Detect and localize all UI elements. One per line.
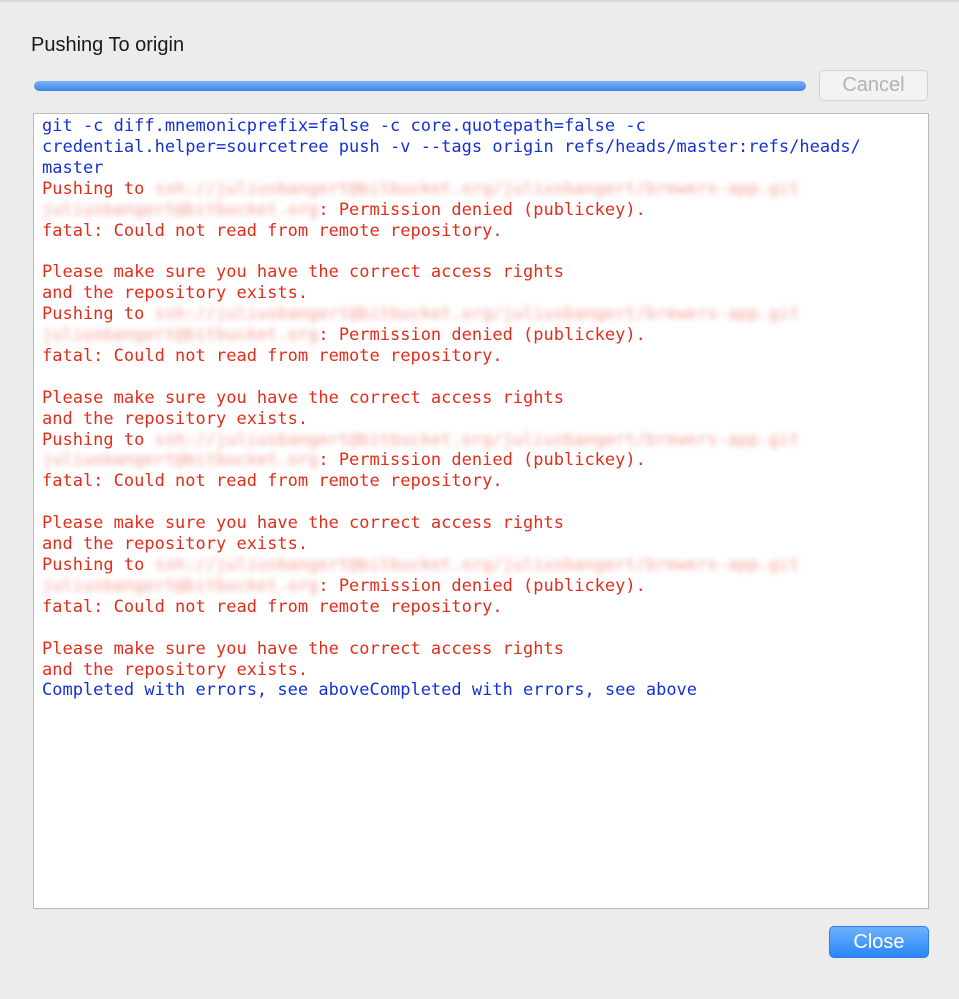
log-text: and the repository exists.: [42, 659, 309, 680]
log-text: and the repository exists.: [42, 408, 309, 429]
log-text: fatal: Could not read from remote reposi…: [42, 596, 503, 617]
log-line-status: Completed with errors, see aboveComplete…: [42, 680, 920, 701]
log-line-error: juliusbangert@bitbucket.org: Permission …: [42, 200, 920, 221]
redacted-text: ssh://juliusbangert@bitbucket.org/julius…: [154, 554, 800, 575]
log-text: Please make sure you have the correct ac…: [42, 513, 564, 534]
redacted-text: ssh://juliusbangert@bitbucket.org/julius…: [154, 304, 800, 325]
log-text: and the repository exists.: [42, 534, 309, 555]
log-line-error: Please make sure you have the correct ac…: [42, 639, 920, 660]
redacted-text: ssh://juliusbangert@bitbucket.org/julius…: [154, 178, 800, 199]
log-line-command: git -c diff.mnemonicprefix=false -c core…: [42, 116, 920, 137]
log-line-error: fatal: Could not read from remote reposi…: [42, 221, 920, 242]
cancel-button[interactable]: Cancel: [819, 70, 928, 101]
close-button[interactable]: Close: [829, 926, 929, 958]
log-line-error: Pushing to ssh://juliusbangert@bitbucket…: [42, 430, 920, 451]
log-line-error: [42, 618, 920, 639]
log-line-error: Pushing to ssh://juliusbangert@bitbucket…: [42, 304, 920, 325]
log-line-error: juliusbangert@bitbucket.org: Permission …: [42, 325, 920, 346]
log-text: Please make sure you have the correct ac…: [42, 262, 564, 283]
push-progress-bar: [34, 81, 806, 91]
log-text: Pushing to: [42, 304, 155, 325]
log-line-error: Please make sure you have the correct ac…: [42, 513, 920, 534]
log-text: git -c diff.mnemonicprefix=false -c core…: [42, 116, 646, 136]
dialog-title: Pushing To origin: [31, 34, 185, 56]
log-line-error: [42, 241, 920, 262]
log-text: credential.helper=sourcetree push -v --t…: [42, 136, 861, 157]
log-line-error: fatal: Could not read from remote reposi…: [42, 471, 920, 492]
redacted-text: ssh://juliusbangert@bitbucket.org/julius…: [154, 429, 800, 450]
log-text: : Permission denied (publickey).: [318, 325, 646, 346]
log-text: Pushing to: [42, 554, 155, 575]
log-line-error: [42, 367, 920, 388]
log-line-error: and the repository exists.: [42, 283, 920, 304]
log-text: Please make sure you have the correct ac…: [42, 638, 564, 659]
log-line-error: fatal: Could not read from remote reposi…: [42, 597, 920, 618]
redacted-text: juliusbangert@bitbucket.org: [42, 450, 319, 471]
log-text: fatal: Could not read from remote reposi…: [42, 345, 503, 366]
log-line-error: juliusbangert@bitbucket.org: Permission …: [42, 450, 920, 471]
log-line-error: Pushing to ssh://juliusbangert@bitbucket…: [42, 555, 920, 576]
log-line-error: juliusbangert@bitbucket.org: Permission …: [42, 576, 920, 597]
log-line-error: and the repository exists.: [42, 409, 920, 430]
progress-fill: [34, 81, 806, 91]
redacted-text: juliusbangert@bitbucket.org: [42, 575, 319, 596]
log-text: : Permission denied (publickey).: [318, 575, 646, 596]
log-line-error: Pushing to ssh://juliusbangert@bitbucket…: [42, 179, 920, 200]
log-text: : Permission denied (publickey).: [318, 199, 646, 220]
redacted-text: juliusbangert@bitbucket.org: [42, 325, 319, 346]
log-text: Completed with errors, see aboveComplete…: [42, 680, 698, 701]
log-line-error: and the repository exists.: [42, 660, 920, 681]
log-line-error: Please make sure you have the correct ac…: [42, 262, 920, 283]
log-line-error: fatal: Could not read from remote reposi…: [42, 346, 920, 367]
log-line-command: credential.helper=sourcetree push -v --t…: [42, 137, 920, 158]
log-text: fatal: Could not read from remote reposi…: [42, 220, 503, 241]
log-line-command: master: [42, 158, 920, 179]
redacted-text: juliusbangert@bitbucket.org: [42, 199, 319, 220]
log-text: Pushing to: [42, 178, 155, 199]
log-text: and the repository exists.: [42, 283, 309, 304]
log-line-error: Please make sure you have the correct ac…: [42, 388, 920, 409]
window-top-edge: [0, 0, 959, 2]
log-text: fatal: Could not read from remote reposi…: [42, 471, 503, 492]
log-line-error: and the repository exists.: [42, 534, 920, 555]
log-text: master: [42, 157, 104, 178]
log-text: : Permission denied (publickey).: [318, 450, 646, 471]
output-log[interactable]: git -c diff.mnemonicprefix=false -c core…: [33, 113, 929, 909]
log-line-error: [42, 492, 920, 513]
log-text: Pushing to: [42, 429, 155, 450]
log-text: Please make sure you have the correct ac…: [42, 387, 564, 408]
